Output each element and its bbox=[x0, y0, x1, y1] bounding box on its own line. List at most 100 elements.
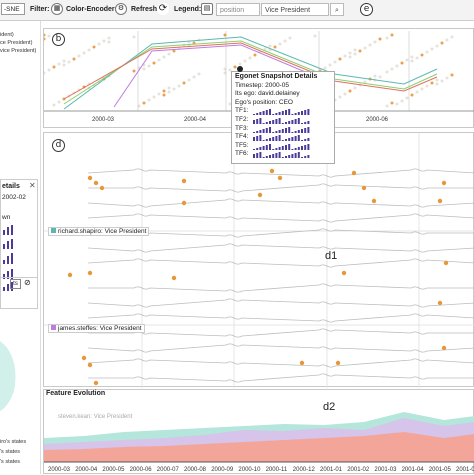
tf-row: TF1: bbox=[235, 107, 331, 116]
overview-node bbox=[353, 52, 357, 56]
storyline-path bbox=[88, 373, 474, 383]
feature-evolution-chart[interactable]: 2000-03 2000-04 2000-05 2000-06 2000-07 2000-… bbox=[44, 400, 474, 475]
overview-node bbox=[87, 48, 91, 52]
overview-node bbox=[268, 44, 272, 48]
tf-bar bbox=[269, 109, 271, 116]
tf-bar bbox=[301, 111, 303, 116]
overview-node bbox=[44, 71, 46, 75]
tf-bar bbox=[291, 137, 294, 142]
overview-node bbox=[358, 49, 362, 53]
feature-evolution-tick: 2000-03 bbox=[48, 467, 71, 473]
selected-node-marker[interactable] bbox=[237, 66, 243, 72]
storyline-chart[interactable]: d1 bbox=[44, 133, 474, 388]
overview-node bbox=[405, 96, 409, 100]
overview-tick: 2000-06 bbox=[366, 117, 389, 123]
tf-bar bbox=[304, 127, 307, 133]
overview-node bbox=[348, 89, 352, 93]
filter-icon[interactable]: ▦ bbox=[51, 3, 63, 15]
tf-bar bbox=[259, 152, 262, 159]
legend-icon[interactable]: ▤ bbox=[201, 3, 213, 15]
tf-bar bbox=[262, 111, 265, 116]
tf-bar bbox=[285, 156, 287, 159]
tf-bar bbox=[278, 112, 281, 116]
storyline-node bbox=[67, 272, 73, 278]
overview-node bbox=[223, 33, 227, 37]
storyline-path bbox=[87, 198, 474, 208]
overview-tick: 2000-03 bbox=[92, 117, 115, 123]
close-icon[interactable]: ✕ bbox=[29, 181, 36, 190]
marker-e: e bbox=[360, 3, 373, 16]
tf-bar bbox=[259, 135, 262, 142]
feature-evolution-tick: 2000-08 bbox=[184, 467, 207, 473]
overview-node bbox=[395, 64, 399, 68]
storyline-node bbox=[361, 185, 367, 191]
overview-node bbox=[132, 35, 136, 39]
details-date: 2002-02 bbox=[2, 194, 26, 201]
storyline-node bbox=[93, 380, 99, 386]
tf-bar bbox=[304, 156, 307, 159]
tf-bar bbox=[256, 118, 259, 124]
overview-node bbox=[395, 102, 399, 106]
ego-label-richard[interactable]: richard.shapiro: Vice President bbox=[48, 227, 150, 236]
tf-row: TF2: bbox=[235, 116, 331, 125]
refresh-icon[interactable]: ⟳ bbox=[157, 3, 169, 15]
tf-bar bbox=[253, 154, 255, 159]
overview-node bbox=[410, 59, 414, 63]
teal-blob bbox=[0, 341, 16, 411]
overview-node bbox=[390, 101, 394, 105]
overview-node bbox=[137, 104, 141, 108]
search-category-select[interactable]: position bbox=[216, 3, 260, 16]
overview-node bbox=[182, 81, 186, 85]
tf-bar bbox=[265, 110, 268, 116]
feature-evolution-tick: 2000-12 bbox=[293, 467, 316, 473]
eye-off-icon[interactable]: ⊘ bbox=[24, 278, 31, 287]
overview-node bbox=[278, 42, 282, 46]
overview-node bbox=[373, 40, 377, 44]
tf-histogram bbox=[253, 143, 310, 150]
tf-label: TF6: bbox=[235, 150, 249, 158]
color-encoder-icon[interactable]: ⚙ bbox=[115, 3, 127, 15]
overview-node bbox=[390, 67, 394, 71]
storyline-path bbox=[87, 358, 474, 368]
ego-label-text: richard.shapiro: Vice President bbox=[58, 228, 147, 235]
storyline-node bbox=[437, 300, 443, 306]
marker-b: b bbox=[52, 33, 65, 46]
overview-node bbox=[288, 36, 292, 40]
storyline-path bbox=[88, 283, 474, 293]
tf-bar bbox=[297, 135, 300, 142]
search-input[interactable]: Vice President bbox=[261, 3, 329, 16]
overview-node bbox=[420, 53, 424, 57]
marker-d1: d1 bbox=[325, 250, 337, 262]
ego-label-text: james.steffes: Vice President bbox=[58, 325, 142, 332]
overview-node bbox=[152, 61, 156, 65]
overview-node bbox=[425, 84, 429, 88]
overview-node bbox=[338, 57, 342, 61]
tf-bar bbox=[269, 143, 271, 150]
feature-evolution-tick: 2001-03 bbox=[374, 467, 397, 473]
egonet-snapshot-tooltip: Egonet Snapshot Details Timestep: 2000-0… bbox=[231, 71, 335, 164]
overview-node bbox=[62, 63, 66, 67]
feature-evolution-tick: 2000-07 bbox=[157, 467, 180, 473]
feature-evolution-tick: 2000-09 bbox=[211, 467, 234, 473]
overview-node bbox=[400, 99, 404, 103]
tf-histogram bbox=[253, 109, 310, 116]
overview-node bbox=[415, 56, 419, 60]
tf-bar bbox=[307, 143, 310, 150]
tf-bar bbox=[285, 144, 287, 150]
tf-histogram bbox=[253, 117, 310, 124]
feature-evolution-tick: 2000-04 bbox=[75, 467, 98, 473]
overview-node bbox=[373, 74, 377, 78]
overview-node bbox=[313, 34, 317, 38]
storyline-node bbox=[351, 170, 357, 176]
storyline-node bbox=[181, 200, 187, 206]
feature-evolution-tick: 2001-04 bbox=[402, 467, 425, 473]
magnifier-icon[interactable]: ⌕ bbox=[330, 3, 344, 16]
storyline-node bbox=[87, 175, 93, 181]
layout-select[interactable]: -SNE bbox=[1, 3, 25, 15]
tf-bar bbox=[281, 145, 284, 150]
toggle-button[interactable]: ts bbox=[10, 279, 21, 289]
tf-label: TF1: bbox=[235, 107, 249, 115]
purple-swatch-icon bbox=[51, 325, 56, 330]
ego-label-james[interactable]: james.steffes: Vice President bbox=[48, 324, 145, 333]
overview-node bbox=[390, 33, 394, 37]
